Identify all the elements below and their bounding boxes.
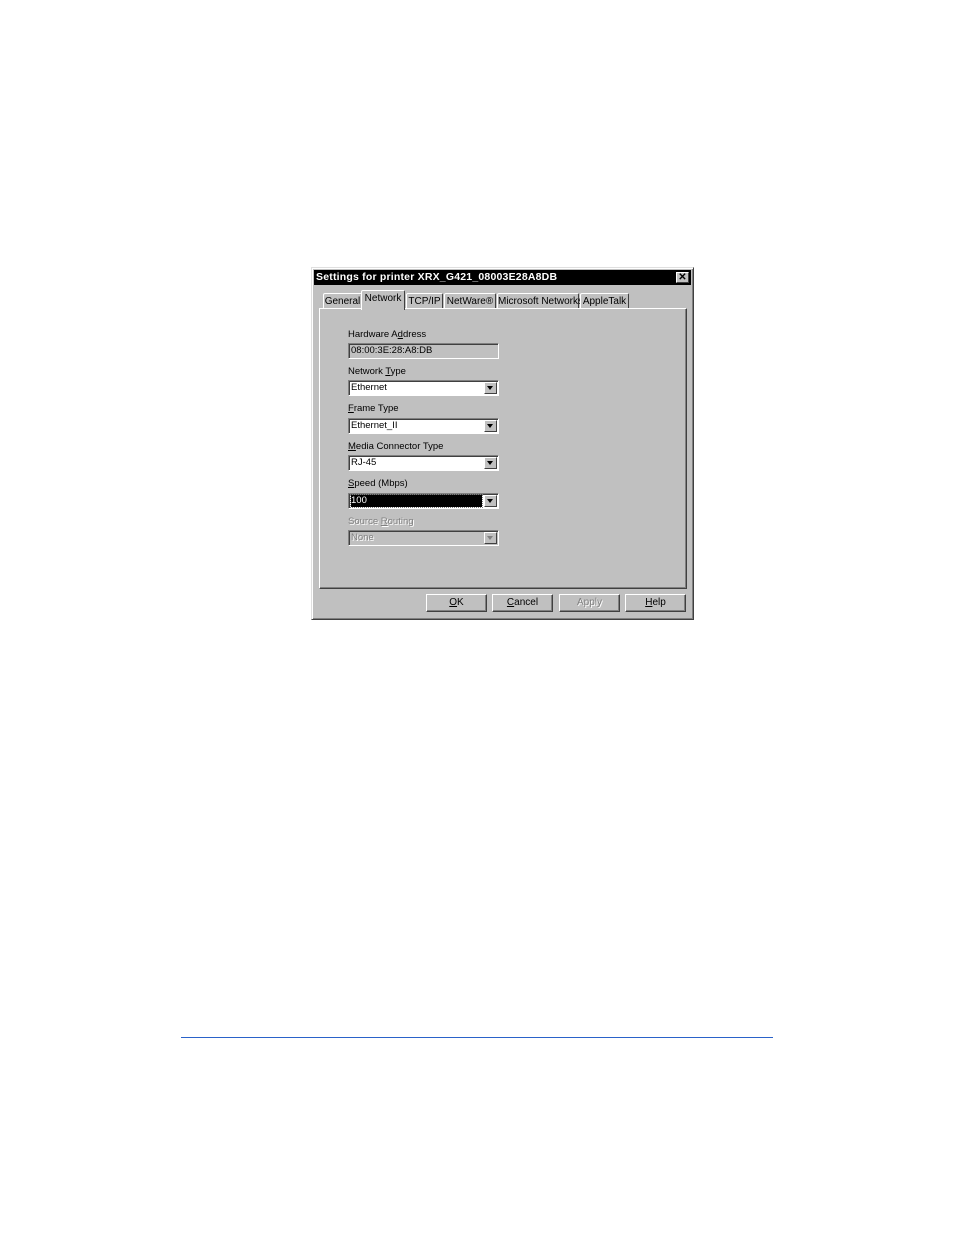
frame-type-select[interactable]: Ethernet_II: [348, 418, 499, 434]
dropdown-arrow-icon[interactable]: [484, 495, 497, 507]
dropdown-arrow-icon[interactable]: [484, 420, 497, 432]
frame-type-label: Frame Type: [348, 403, 399, 414]
media-connector-type-value: RJ-45: [351, 457, 377, 468]
source-routing-label: Source Routing: [348, 516, 414, 527]
tab-netware[interactable]: NetWare®: [444, 293, 496, 309]
speed-label: Speed (Mbps): [348, 478, 408, 489]
tab-network[interactable]: Network: [361, 290, 405, 310]
tab-label: Microsoft Networks: [498, 296, 584, 307]
footer-divider-line: [181, 1037, 773, 1038]
frame-type-value: Ethernet_II: [351, 420, 398, 431]
tab-label: AppleTalk: [582, 296, 627, 307]
title-bar[interactable]: Settings for printer XRX_G421_08003E28A8…: [314, 270, 691, 285]
printer-settings-dialog: Settings for printer XRX_G421_08003E28A8…: [311, 267, 694, 620]
hardware-address-label: Hardware Address: [348, 329, 427, 340]
tab-general[interactable]: General: [323, 293, 362, 309]
source-routing-value: None: [351, 532, 374, 543]
speed-select[interactable]: 100: [348, 493, 499, 509]
speed-value: 100: [350, 494, 483, 508]
media-connector-type-select[interactable]: RJ-45: [348, 455, 499, 471]
tab-label: TCP/IP: [408, 296, 441, 307]
tab-label: Network: [364, 293, 402, 304]
network-type-label: Network Type: [348, 366, 406, 377]
close-button[interactable]: ✕: [676, 272, 689, 283]
tab-appletalk[interactable]: AppleTalk: [580, 293, 629, 309]
tab-tcpip[interactable]: TCP/IP: [406, 293, 443, 309]
help-button[interactable]: Help: [625, 594, 686, 612]
tab-label: NetWare®: [446, 296, 494, 307]
apply-button: Apply: [559, 594, 620, 612]
dropdown-arrow-icon[interactable]: [484, 457, 497, 469]
ok-button[interactable]: OK: [426, 594, 487, 612]
dropdown-arrow-icon: [484, 532, 497, 544]
tab-microsoft-networks[interactable]: Microsoft Networks: [497, 293, 583, 309]
dialog-title: Settings for printer XRX_G421_08003E28A8…: [316, 271, 558, 283]
dropdown-arrow-icon[interactable]: [484, 382, 497, 394]
source-routing-select: None: [348, 530, 499, 546]
close-x-icon: ✕: [678, 272, 687, 283]
network-type-value: Ethernet: [351, 382, 387, 393]
tab-label: General: [324, 296, 361, 307]
hardware-address-field[interactable]: 08:00:3E:28:A8:DB: [348, 343, 499, 359]
media-connector-type-label: Media Connector Type: [348, 441, 444, 452]
network-type-select[interactable]: Ethernet: [348, 380, 499, 396]
network-tab-panel: Hardware Address 08:00:3E:28:A8:DB Netwo…: [319, 308, 687, 589]
cancel-button[interactable]: Cancel: [492, 594, 553, 612]
